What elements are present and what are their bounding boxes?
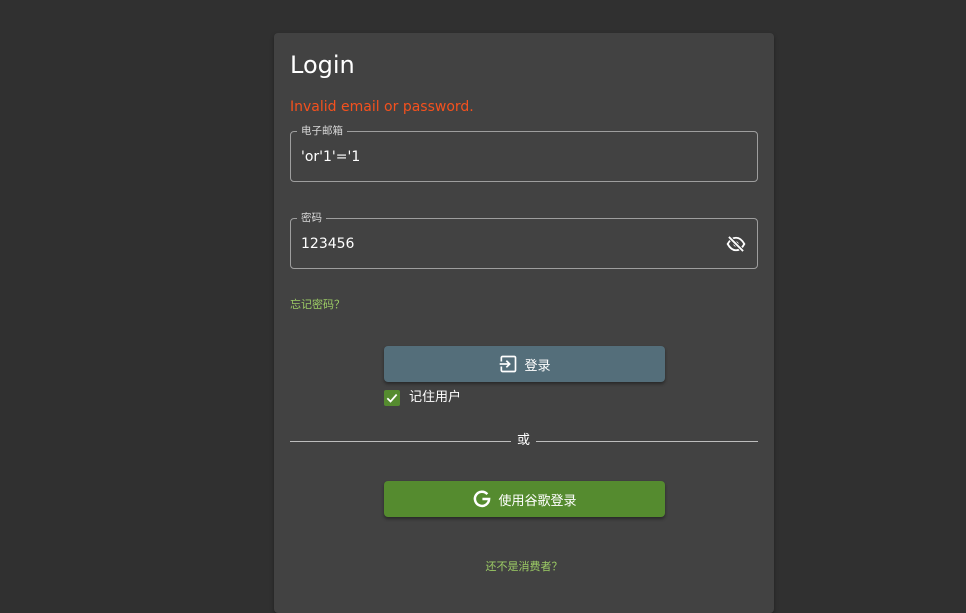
email-label: 电子邮箱 <box>297 124 347 138</box>
not-customer-link[interactable]: 还不是消费者？ <box>274 560 774 574</box>
remember-me[interactable]: 记住用户 <box>384 390 461 406</box>
remember-me-checkbox[interactable] <box>384 390 400 406</box>
login-button[interactable]: 登录 <box>384 346 665 382</box>
login-icon <box>498 354 518 374</box>
password-label: 密码 <box>297 211 326 225</box>
forgot-password-link[interactable]: 忘记密码？ <box>290 298 345 312</box>
remember-me-label: 记住用户 <box>409 390 462 405</box>
email-field[interactable]: 电子邮箱 <box>290 124 758 182</box>
divider-line-right <box>536 441 758 442</box>
eye-off-icon[interactable] <box>724 232 748 256</box>
google-login-button[interactable]: 使用谷歌登录 <box>384 481 665 517</box>
google-icon <box>472 489 492 509</box>
password-field[interactable]: 密码 <box>290 211 758 269</box>
email-input[interactable] <box>301 148 701 166</box>
divider-text: 或 <box>516 433 530 448</box>
error-message: Invalid email or password. <box>290 99 474 115</box>
login-card: Login Invalid email or password. 电子邮箱 密码… <box>274 33 774 613</box>
divider-line-left <box>290 441 511 442</box>
google-login-label: 使用谷歌登录 <box>498 493 577 509</box>
page-title: Login <box>290 51 355 79</box>
login-button-label: 登录 <box>524 358 551 374</box>
check-icon <box>386 393 398 403</box>
password-input[interactable] <box>301 235 701 253</box>
